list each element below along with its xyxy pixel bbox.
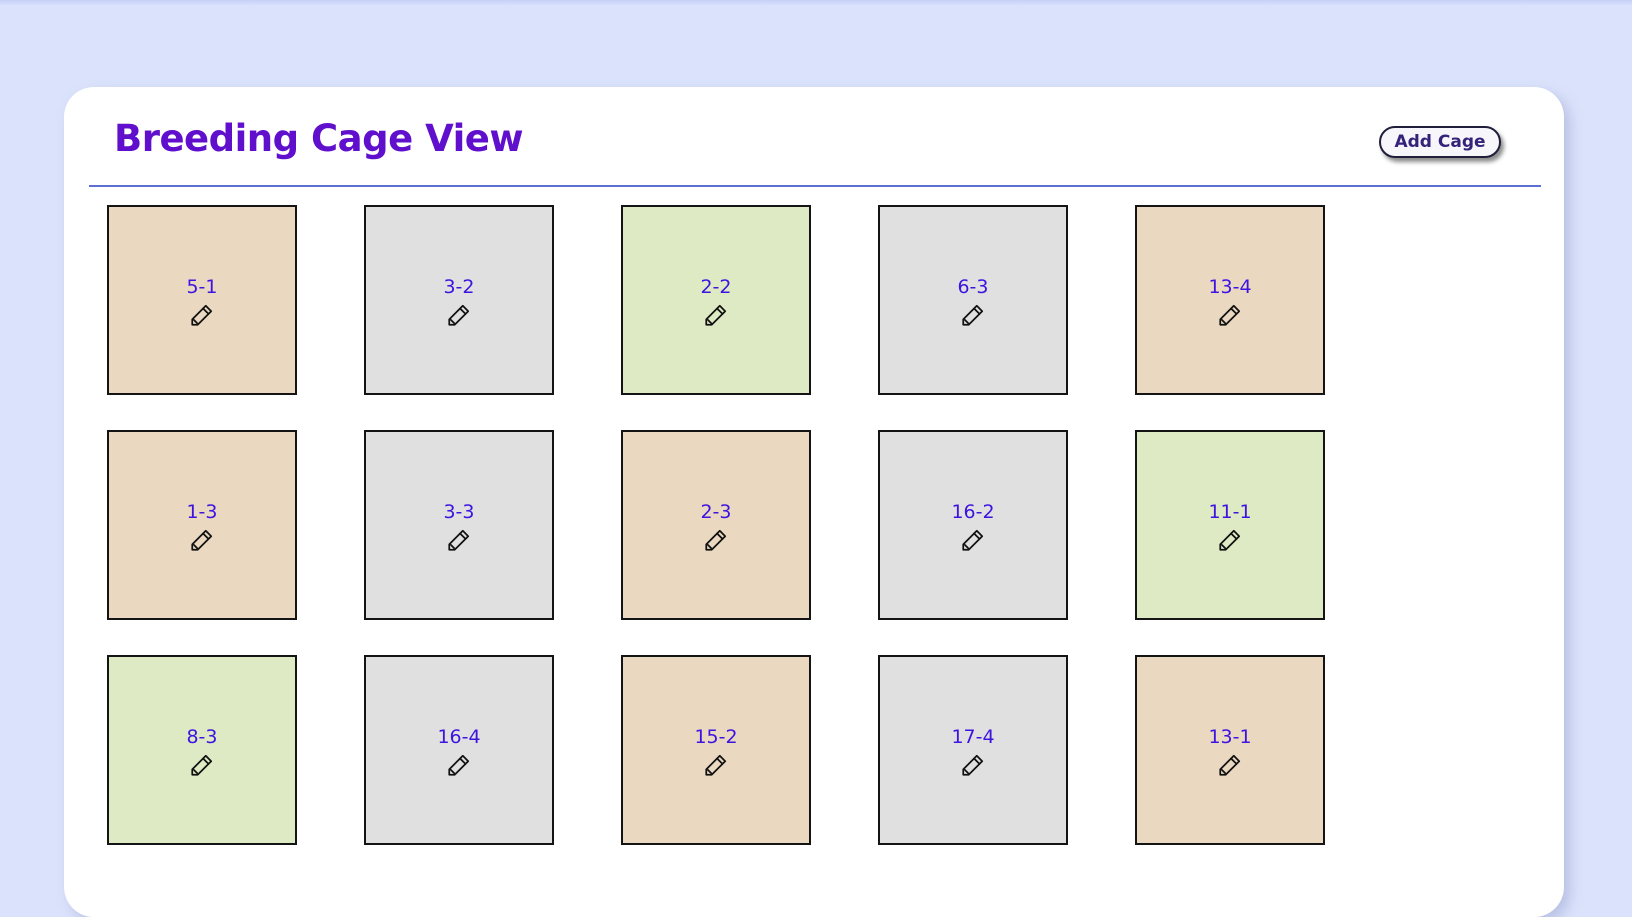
cage-label: 8-3	[186, 725, 218, 748]
pencil-edit-icon[interactable]	[960, 749, 986, 778]
cage-card[interactable]: 17-4	[878, 655, 1068, 845]
window-top-edge	[0, 0, 1632, 6]
cage-label: 3-3	[443, 500, 475, 523]
pencil-edit-icon[interactable]	[960, 524, 986, 553]
cage-card[interactable]: 8-3	[107, 655, 297, 845]
pencil-edit-icon[interactable]	[1217, 749, 1243, 778]
pencil-edit-icon[interactable]	[703, 749, 729, 778]
pencil-edit-icon[interactable]	[189, 524, 215, 553]
header-divider	[89, 185, 1541, 187]
cage-card[interactable]: 13-4	[1135, 205, 1325, 395]
cage-label: 16-2	[951, 500, 995, 523]
cage-label: 11-1	[1208, 500, 1252, 523]
pencil-edit-icon[interactable]	[446, 299, 472, 328]
cage-label: 3-2	[443, 275, 475, 298]
cage-label: 2-2	[700, 275, 732, 298]
pencil-edit-icon[interactable]	[960, 299, 986, 328]
page-title: Breeding Cage View	[114, 117, 524, 160]
pencil-edit-icon[interactable]	[189, 299, 215, 328]
cage-card[interactable]: 2-3	[621, 430, 811, 620]
cage-card[interactable]: 16-2	[878, 430, 1068, 620]
cage-label: 2-3	[700, 500, 732, 523]
cage-card[interactable]: 2-2	[621, 205, 811, 395]
cage-label: 13-4	[1208, 275, 1252, 298]
cage-grid: 5-1 3-2 2-2 6-3 13-4 1-3 3-3 2-3 16-2 11…	[107, 205, 1325, 845]
pencil-edit-icon[interactable]	[446, 749, 472, 778]
cage-card[interactable]: 3-3	[364, 430, 554, 620]
cage-label: 6-3	[957, 275, 989, 298]
pencil-edit-icon[interactable]	[189, 749, 215, 778]
cage-card[interactable]: 15-2	[621, 655, 811, 845]
cage-card[interactable]: 16-4	[364, 655, 554, 845]
cage-label: 15-2	[694, 725, 738, 748]
add-cage-button[interactable]: Add Cage	[1379, 126, 1501, 158]
cage-label: 13-1	[1208, 725, 1252, 748]
cage-label: 5-1	[186, 275, 218, 298]
cage-card[interactable]: 13-1	[1135, 655, 1325, 845]
cage-label: 1-3	[186, 500, 218, 523]
cage-card[interactable]: 1-3	[107, 430, 297, 620]
pencil-edit-icon[interactable]	[1217, 524, 1243, 553]
cage-label: 16-4	[437, 725, 481, 748]
pencil-edit-icon[interactable]	[1217, 299, 1243, 328]
cage-card[interactable]: 5-1	[107, 205, 297, 395]
cage-card[interactable]: 3-2	[364, 205, 554, 395]
cage-view-panel: Breeding Cage View Add Cage 5-1 3-2 2-2 …	[64, 87, 1564, 917]
pencil-edit-icon[interactable]	[446, 524, 472, 553]
pencil-edit-icon[interactable]	[703, 299, 729, 328]
cage-card[interactable]: 11-1	[1135, 430, 1325, 620]
cage-card[interactable]: 6-3	[878, 205, 1068, 395]
pencil-edit-icon[interactable]	[703, 524, 729, 553]
cage-label: 17-4	[951, 725, 995, 748]
